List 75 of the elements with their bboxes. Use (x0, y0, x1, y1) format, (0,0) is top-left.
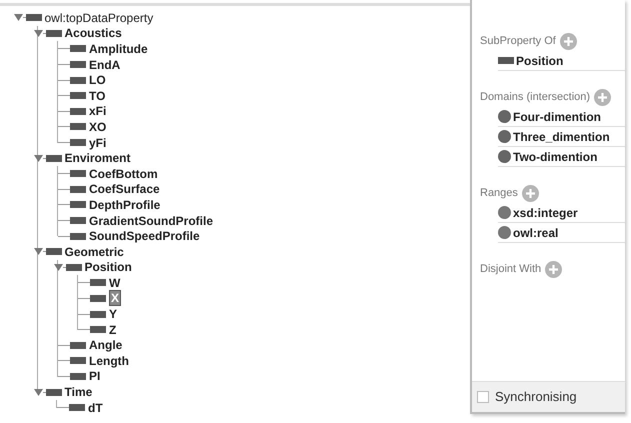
synchronising-label: Synchronising (495, 388, 577, 406)
data-property-icon (70, 170, 86, 178)
tree-item[interactable]: Y (109, 307, 118, 322)
data-property-icon (70, 92, 86, 100)
data-property-icon (70, 108, 86, 115)
tree-item[interactable]: Position (84, 260, 132, 274)
tree-item[interactable]: CoefSurface (89, 182, 160, 196)
tree-item[interactable]: PI (89, 369, 100, 384)
tree-item[interactable]: LO (89, 73, 106, 88)
datatype-icon (498, 226, 511, 239)
data-property-icon (90, 326, 106, 334)
tree-item[interactable]: SoundSpeedProfile (89, 229, 200, 244)
tree-item[interactable]: owl:topDataProperty (44, 10, 154, 25)
data-property-icon (46, 30, 62, 37)
data-property-icon (70, 372, 86, 380)
expanded-triangle-icon[interactable] (34, 30, 42, 37)
expanded-triangle-icon[interactable] (34, 388, 42, 396)
data-property-icon (90, 310, 106, 318)
tree-item[interactable]: Z (109, 322, 116, 337)
section-heading: Domains (intersection) (480, 90, 590, 105)
expanded-triangle-icon[interactable] (34, 248, 42, 256)
description-item[interactable]: owl:real (498, 223, 625, 243)
tree-item[interactable]: DepthProfile (89, 198, 160, 212)
tree-item[interactable]: dT (88, 400, 103, 415)
data-property-icon (46, 388, 62, 396)
tree-item[interactable]: Acoustics (64, 26, 122, 40)
expanded-triangle-icon[interactable] (54, 264, 62, 271)
data-property-icon (70, 357, 86, 364)
tree-item[interactable]: Enviroment (64, 151, 131, 166)
expanded-triangle-icon[interactable] (14, 14, 22, 22)
data-property-icon (46, 154, 62, 162)
datatype-icon (498, 206, 511, 219)
data-property-icon (66, 264, 82, 271)
tree-item[interactable]: Length (89, 354, 129, 368)
data-property-icon (70, 45, 86, 52)
tree-item[interactable]: EndA (89, 58, 120, 72)
data-property-icon (70, 201, 86, 208)
class-icon (498, 110, 511, 123)
tree-item[interactable]: GradientSoundProfile (89, 214, 214, 228)
class-icon (498, 150, 511, 163)
tree-item[interactable]: Angle (89, 338, 122, 352)
data-property-icon (70, 61, 86, 68)
class-icon (498, 130, 511, 143)
data-property-icon (70, 186, 86, 193)
description-item[interactable]: Position (498, 51, 625, 71)
tree-item[interactable]: Amplitude (89, 42, 148, 56)
tree-item[interactable]: yFi (89, 136, 106, 150)
tree-item[interactable]: xFi (89, 104, 106, 118)
section-heading: Ranges (480, 186, 518, 201)
data-property-icon (498, 57, 514, 64)
tree-item[interactable]: TO (89, 88, 106, 103)
tree-item[interactable]: Geometric (64, 244, 124, 259)
description-item[interactable]: Four-dimention (498, 107, 625, 127)
data-property-icon (70, 232, 86, 240)
tree-item[interactable]: XO (89, 120, 106, 134)
tree-item[interactable]: CoefBottom (89, 166, 158, 181)
section-heading: Disjoint With (480, 262, 542, 277)
checkbox[interactable] (477, 391, 489, 403)
data-property-icon (70, 76, 86, 84)
data-property-icon (69, 404, 85, 412)
data-property-icon (70, 342, 86, 349)
section-heading: SubProperty Of (480, 34, 556, 49)
data-property-icon (26, 14, 42, 22)
tree-item[interactable]: Time (64, 385, 92, 400)
description-item[interactable]: Three_dimention (498, 127, 625, 147)
tree-item[interactable]: W (109, 276, 120, 290)
description-item[interactable]: Two-dimention (498, 147, 625, 167)
data-property-icon (70, 217, 86, 224)
data-property-icon (90, 294, 106, 302)
expanded-triangle-icon[interactable] (34, 154, 42, 162)
data-property-icon (70, 139, 86, 146)
data-property-icon (46, 248, 62, 256)
data-property-icon (90, 279, 106, 286)
data-property-icon (70, 123, 86, 130)
description-item[interactable]: xsd:integer (498, 203, 625, 223)
